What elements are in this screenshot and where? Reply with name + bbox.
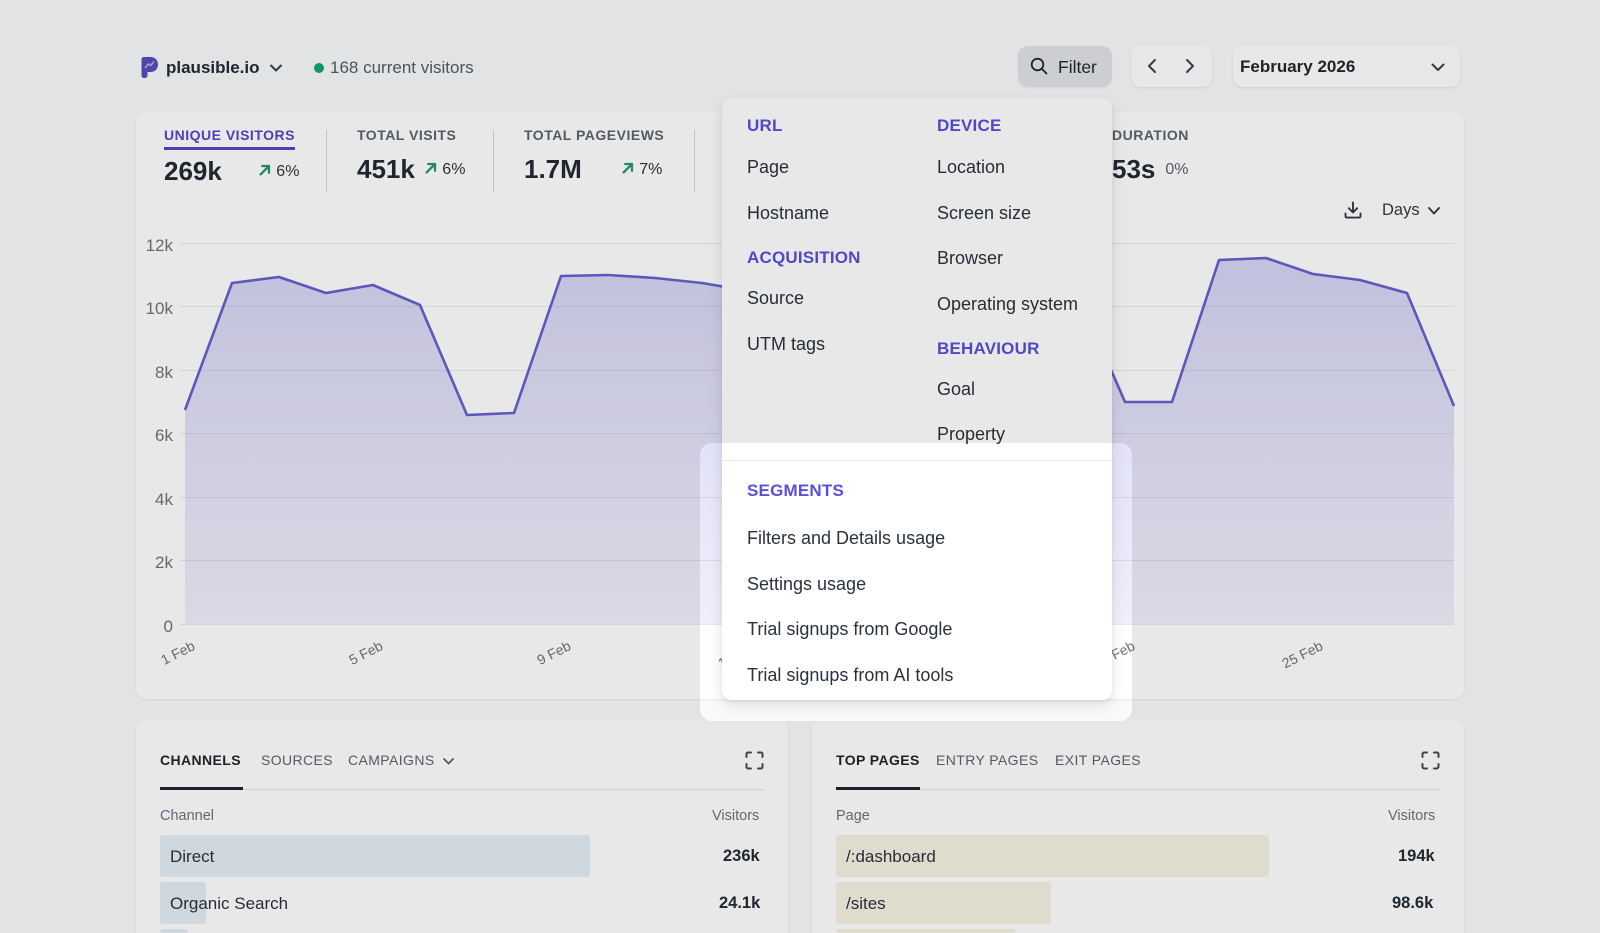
svg-text:2k: 2k xyxy=(155,553,173,572)
svg-text:9 Feb: 9 Feb xyxy=(534,637,573,668)
svg-text:12k: 12k xyxy=(146,236,174,255)
svg-text:10k: 10k xyxy=(146,299,174,318)
svg-text:1 Feb: 1 Feb xyxy=(158,637,197,668)
svg-text:6k: 6k xyxy=(155,426,173,445)
svg-text:5 Feb: 5 Feb xyxy=(346,637,385,668)
svg-text:8k: 8k xyxy=(155,363,173,382)
svg-text:0: 0 xyxy=(164,617,173,636)
svg-text:25 Feb: 25 Feb xyxy=(1279,637,1325,671)
svg-text:4k: 4k xyxy=(155,490,173,509)
